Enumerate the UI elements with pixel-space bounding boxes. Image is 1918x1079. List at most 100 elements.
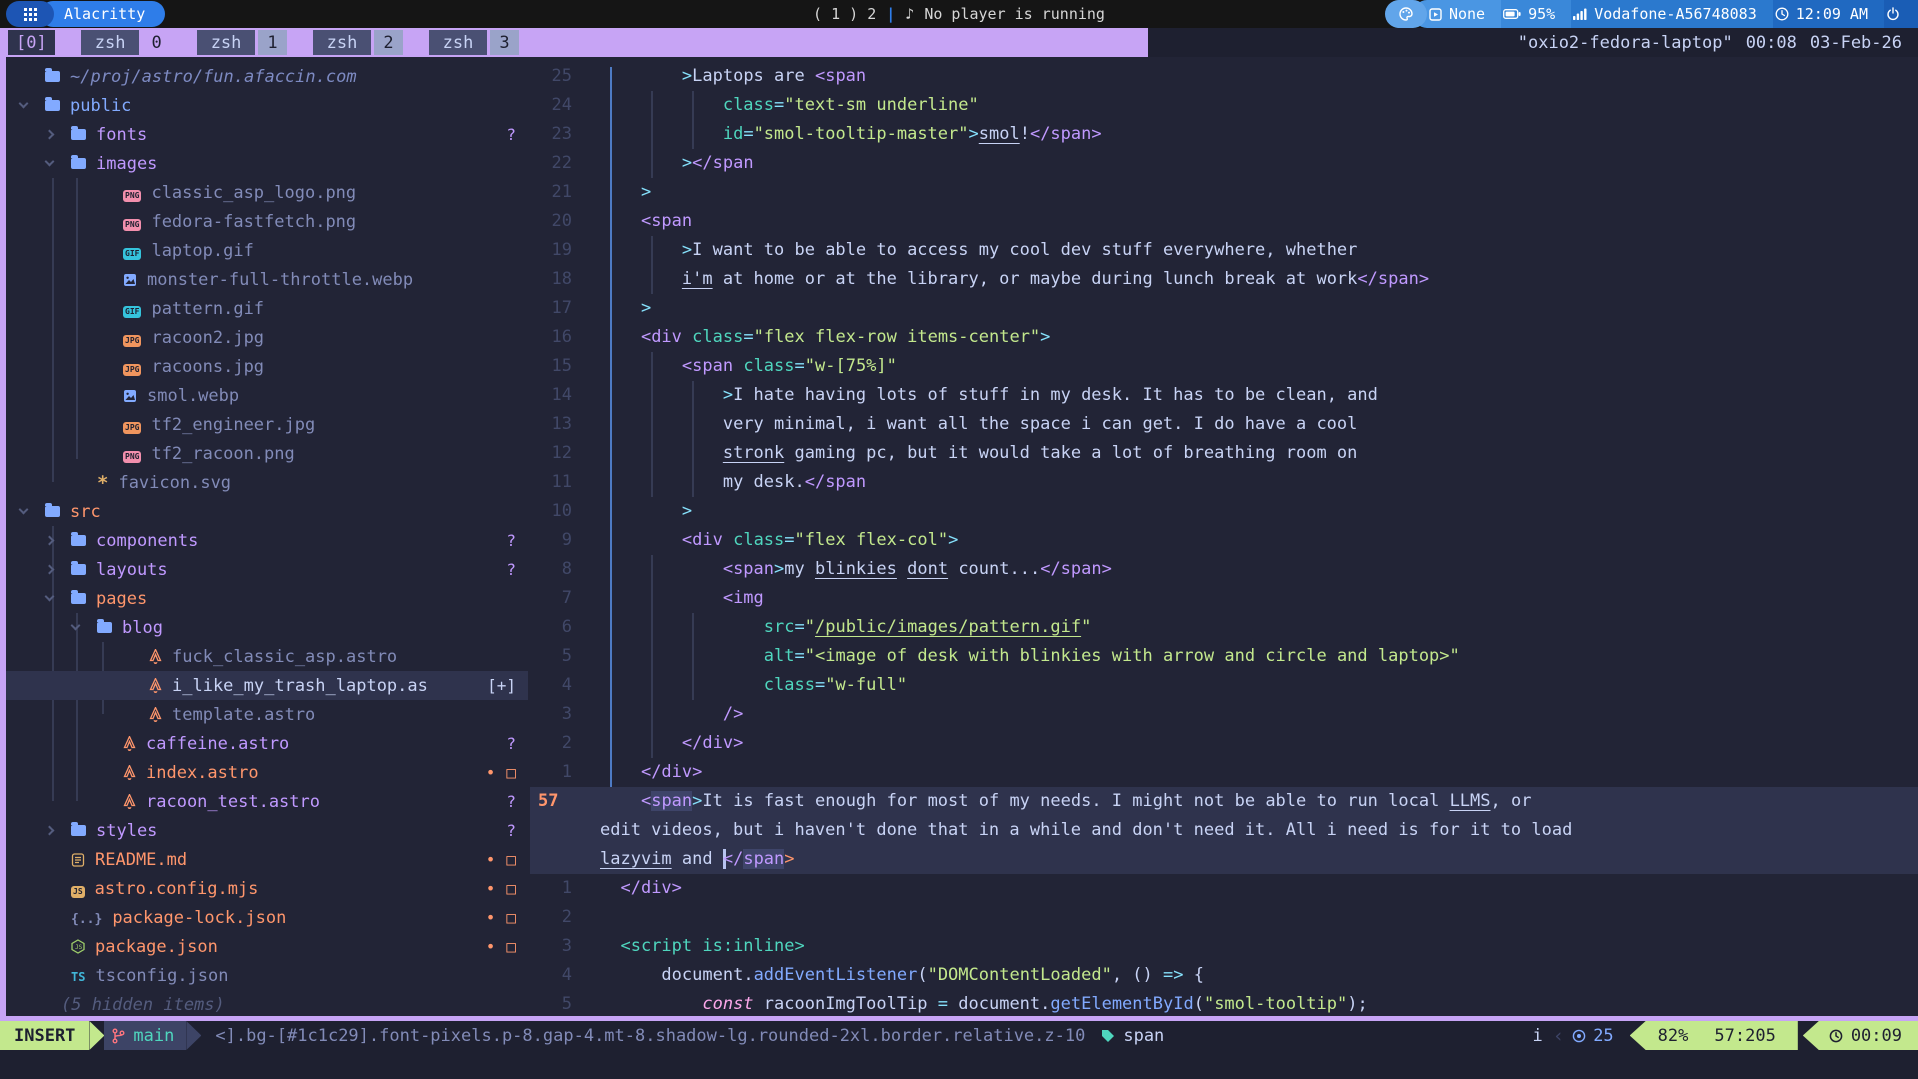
- code-line[interactable]: 25 >Laptops are <span: [530, 62, 1918, 91]
- tree-item-label: index.astro: [146, 763, 259, 783]
- tree-item-layouts[interactable]: layouts?: [6, 555, 528, 584]
- tree-item--5-hidden-items-[interactable]: (5 hidden items): [6, 990, 528, 1019]
- code-line[interactable]: 22 ></span: [530, 149, 1918, 178]
- line-number: 5: [530, 990, 588, 1019]
- folder-icon: [71, 531, 86, 551]
- focused-app-pill[interactable]: Alacritty: [40, 1, 165, 27]
- node-file-icon: JS: [71, 939, 85, 954]
- tree-item-package-json[interactable]: JSpackage.json•□: [6, 932, 528, 961]
- tree-item-public[interactable]: public: [6, 91, 528, 120]
- tree-item-tsconfig-json[interactable]: TStsconfig.json: [6, 961, 528, 990]
- tmux-window-1[interactable]: zsh1: [197, 30, 287, 55]
- tree-item-astro-config-mjs[interactable]: JSastro.config.mjs•□: [6, 874, 528, 903]
- code-line[interactable]: 6 src="/public/images/pattern.gif": [530, 613, 1918, 642]
- git-staged-square-icon: □: [506, 937, 516, 956]
- code-line[interactable]: 2: [530, 903, 1918, 932]
- tree-item-monster-full-throttle-webp[interactable]: monster-full-throttle.webp: [6, 265, 528, 294]
- code-line[interactable]: 16 <div class="flex flex-row items-cente…: [530, 323, 1918, 352]
- chevron-right-icon[interactable]: [45, 130, 55, 140]
- tree-item-laptop-gif[interactable]: GIFlaptop.gif: [6, 236, 528, 265]
- code-line[interactable]: 10 >: [530, 497, 1918, 526]
- git-branch-segment[interactable]: main: [104, 1021, 186, 1050]
- tree-item-styles[interactable]: styles?: [6, 816, 528, 845]
- tree-item-blog[interactable]: blog: [6, 613, 528, 642]
- code-line[interactable]: 7 <img: [530, 584, 1918, 613]
- code-line[interactable]: 5 alt="<image of desk with blinkies with…: [530, 642, 1918, 671]
- chevron-down-icon[interactable]: [19, 505, 29, 515]
- tree-item-components[interactable]: components?: [6, 526, 528, 555]
- tmux-window-0[interactable]: zsh0: [81, 30, 171, 55]
- tree-item-pattern-gif[interactable]: GIFpattern.gif: [6, 294, 528, 323]
- tree-item-racoons-jpg[interactable]: JPGracoons.jpg: [6, 352, 528, 381]
- tree-item-i-like-my-trash-laptop-as[interactable]: i_like_my_trash_laptop.as[+]: [6, 671, 528, 700]
- code-line[interactable]: 18 i'm at home or at the library, or may…: [530, 265, 1918, 294]
- file-tree[interactable]: ~/proj/astro/fun.afaccin.compublicfonts?…: [6, 62, 528, 1019]
- line-number: 17: [530, 294, 588, 323]
- tree-item-tf2-racoon-png[interactable]: PNGtf2_racoon.png: [6, 439, 528, 468]
- tree-item-tf2-engineer-jpg[interactable]: JPGtf2_engineer.jpg: [6, 410, 528, 439]
- battery-percent-label: 95%: [1528, 5, 1555, 23]
- code-line[interactable]: 9 <div class="flex flex-col">: [530, 526, 1918, 555]
- tree-item-pages[interactable]: pages: [6, 584, 528, 613]
- code-line[interactable]: 3 />: [530, 700, 1918, 729]
- code-line[interactable]: 13 very minimal, i want all the space i …: [530, 410, 1918, 439]
- chevron-down-icon[interactable]: [45, 157, 55, 167]
- code-line[interactable]: 3 <script is:inline>: [530, 932, 1918, 961]
- tree-item-classic-asp-logo-png[interactable]: PNGclassic_asp_logo.png: [6, 178, 528, 207]
- tree-item-fedora-fastfetch-png[interactable]: PNGfedora-fastfetch.png: [6, 207, 528, 236]
- code-line[interactable]: 19 >I want to be able to access my cool …: [530, 236, 1918, 265]
- code-line[interactable]: 21 >: [530, 178, 1918, 207]
- code-line[interactable]: 1 </div>: [530, 874, 1918, 903]
- code-line[interactable]: 8 <span>my blinkies dont count...</span>: [530, 555, 1918, 584]
- code-line[interactable]: 4 document.addEventListener("DOMContentL…: [530, 961, 1918, 990]
- code-line[interactable]: 1 </div>: [530, 758, 1918, 787]
- clock-pill[interactable]: 12:09 AM: [1759, 0, 1884, 28]
- tree-item-smol-webp[interactable]: smol.webp: [6, 381, 528, 410]
- gif-file-icon: GIF: [123, 241, 141, 261]
- chevron-right-icon[interactable]: [45, 826, 55, 836]
- tree-item-images[interactable]: images: [6, 149, 528, 178]
- tree-item-template-astro[interactable]: template.astro: [6, 700, 528, 729]
- code-line-current[interactable]: edit videos, but i haven't done that in …: [530, 816, 1918, 845]
- code-line[interactable]: 2 </div>: [530, 729, 1918, 758]
- tree-item-racoon-test-astro[interactable]: racoon_test.astro?: [6, 787, 528, 816]
- tree-item-readme-md[interactable]: README.md•□: [6, 845, 528, 874]
- tree-item-package-lock-json[interactable]: {..}package-lock.json•□: [6, 903, 528, 932]
- chevron-down-icon[interactable]: [71, 621, 81, 631]
- code-line[interactable]: 15 <span class="w-[75%]": [530, 352, 1918, 381]
- tree-item-caffeine-astro[interactable]: caffeine.astro?: [6, 729, 528, 758]
- code-line[interactable]: 23 id="smol-tooltip-master">smol!</span>: [530, 120, 1918, 149]
- chevron-down-icon[interactable]: [45, 592, 55, 602]
- theme-button[interactable]: [1385, 0, 1427, 28]
- chevron-right-icon[interactable]: [45, 565, 55, 575]
- apps-grid-button[interactable]: [6, 1, 54, 27]
- code-line[interactable]: 5 const racoonImgToolTip = document.getE…: [530, 990, 1918, 1019]
- code-text: />: [588, 700, 743, 729]
- code-editor[interactable]: 25 >Laptops are <span24 class="text-sm u…: [530, 62, 1918, 1019]
- tree-item-index-astro[interactable]: index.astro•□: [6, 758, 528, 787]
- tree-item-fonts[interactable]: fonts?: [6, 120, 528, 149]
- tree-item-src[interactable]: src: [6, 497, 528, 526]
- chevron-down-icon[interactable]: [19, 99, 29, 109]
- code-line[interactable]: 14 >I hate having lots of stuff in my de…: [530, 381, 1918, 410]
- code-line[interactable]: 20 <span: [530, 207, 1918, 236]
- tmux-window-3[interactable]: zsh3: [429, 30, 519, 55]
- line-number: 2: [530, 729, 588, 758]
- tree-item-favicon-svg[interactable]: *favicon.svg: [6, 468, 528, 497]
- tmux-window-2[interactable]: zsh2: [313, 30, 403, 55]
- code-line[interactable]: 4 class="w-full": [530, 671, 1918, 700]
- code-line[interactable]: 17 >: [530, 294, 1918, 323]
- tree-item-racoon2-jpg[interactable]: JPGracoon2.jpg: [6, 323, 528, 352]
- network-pill[interactable]: Vodafone-A56748083: [1557, 0, 1773, 28]
- code-line-current[interactable]: lazyvim and </span>: [530, 845, 1918, 874]
- chevron-right-icon[interactable]: [45, 536, 55, 546]
- code-line[interactable]: 12 stronk gaming pc, but it would take a…: [530, 439, 1918, 468]
- code-line-current[interactable]: 57 <span>It is fast enough for most of m…: [530, 787, 1918, 816]
- git-status-marks: ?: [506, 821, 516, 840]
- code-line[interactable]: 24 class="text-sm underline": [530, 91, 1918, 120]
- code-line[interactable]: 11 my desk.</span: [530, 468, 1918, 497]
- workspaces-indicator[interactable]: ( 1 ) 2: [813, 5, 876, 23]
- tree-item--proj-astro-fun-afaccin-com[interactable]: ~/proj/astro/fun.afaccin.com: [6, 62, 528, 91]
- tmux-session-badge[interactable]: [0]: [8, 30, 55, 55]
- tree-item-fuck-classic-asp-astro[interactable]: fuck_classic_asp.astro: [6, 642, 528, 671]
